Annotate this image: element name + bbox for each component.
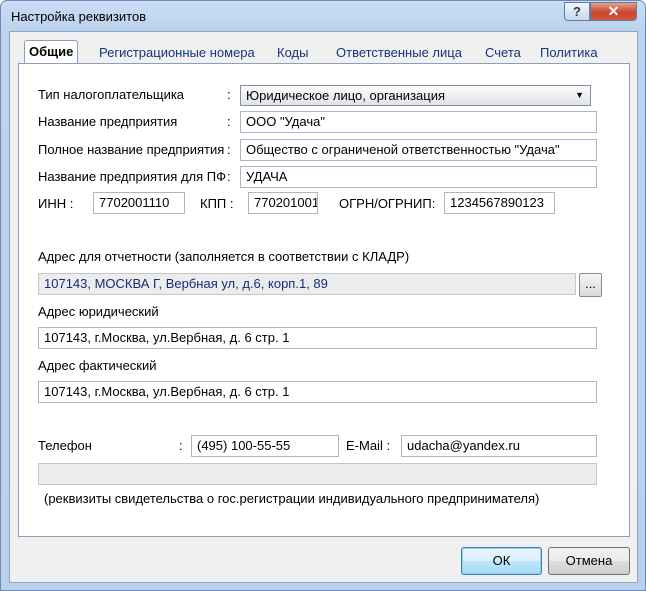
ogrn-label: ОГРН/ОГРНИП:	[339, 196, 436, 211]
pf-name-field[interactable]: УДАЧА	[240, 166, 597, 188]
email-field[interactable]: udacha@yandex.ru	[401, 435, 597, 457]
settings-dialog: Настройка реквизитов ? ✕ Общие Регистрац…	[0, 0, 646, 591]
phone-field[interactable]: (495) 100-55-55	[191, 435, 339, 457]
general-tab-panel: Тип налогоплательщика : Юридическое лицо…	[18, 63, 630, 537]
taxpayer-type-select[interactable]: Юридическое лицо, организация ▼	[240, 85, 591, 106]
pf-name-label: Название предприятия для ПФ	[38, 169, 226, 184]
chevron-down-icon: ▼	[575, 90, 584, 100]
close-button[interactable]: ✕	[590, 2, 637, 21]
tab-responsible-persons[interactable]: Ответственные лица	[332, 43, 466, 63]
ogrn-field[interactable]: 1234567890123	[444, 192, 555, 214]
full-name-label: Полное название предприятия	[38, 142, 225, 157]
org-name-label: Название предприятия	[38, 114, 178, 129]
kpp-label: КПП :	[200, 196, 234, 211]
pf-name-colon: :	[227, 169, 231, 184]
phone-colon: :	[179, 438, 183, 453]
inn-field[interactable]: 7702001110	[93, 192, 185, 214]
tab-policy[interactable]: Политика	[536, 43, 602, 63]
tab-codes[interactable]: Коды	[273, 43, 312, 63]
full-name-field[interactable]: Общество с ограниченой ответственностью …	[240, 139, 597, 161]
tab-general[interactable]: Общие	[24, 40, 79, 64]
taxpayer-type-colon: :	[227, 87, 231, 102]
registration-cert-note: (реквизиты свидетельства о гос.регистрац…	[44, 491, 540, 506]
tab-registration-numbers[interactable]: Регистрационные номера	[95, 43, 259, 63]
phone-label: Телефон	[38, 438, 92, 453]
help-button[interactable]: ?	[564, 2, 590, 21]
report-address-field[interactable]: 107143, МОСКВА Г, Вербная ул, д.6, корп.…	[38, 273, 576, 295]
window-title: Настройка реквизитов	[11, 9, 147, 24]
kpp-field[interactable]: 770201001	[248, 192, 318, 214]
legal-address-field[interactable]: 107143, г.Москва, ул.Вербная, д. 6 стр. …	[38, 327, 597, 349]
dialog-body: Общие Регистрационные номера Коды Ответс…	[9, 31, 638, 583]
report-address-label: Адрес для отчетности (заполняется в соот…	[38, 249, 410, 264]
tab-strip: Общие Регистрационные номера Коды Ответс…	[18, 40, 630, 64]
full-name-colon: :	[227, 142, 231, 157]
taxpayer-type-label: Тип налогоплательщика	[38, 87, 185, 102]
actual-address-label: Адрес фактический	[38, 358, 157, 373]
ok-button[interactable]: ОК	[461, 547, 542, 575]
registration-cert-field[interactable]	[38, 463, 597, 485]
org-name-field[interactable]: ООО "Удача"	[240, 111, 597, 133]
org-name-colon: :	[227, 114, 231, 129]
taxpayer-type-value: Юридическое лицо, организация	[246, 88, 446, 103]
title-bar[interactable]: Настройка реквизитов ? ✕	[1, 1, 645, 31]
tab-accounts[interactable]: Счета	[481, 43, 525, 63]
cancel-button[interactable]: Отмена	[548, 547, 630, 575]
inn-label: ИНН :	[38, 196, 74, 211]
legal-address-label: Адрес юридический	[38, 304, 159, 319]
browse-address-button[interactable]: ...	[579, 273, 602, 297]
email-label: E-Mail :	[346, 438, 391, 453]
actual-address-field[interactable]: 107143, г.Москва, ул.Вербная, д. 6 стр. …	[38, 381, 597, 403]
